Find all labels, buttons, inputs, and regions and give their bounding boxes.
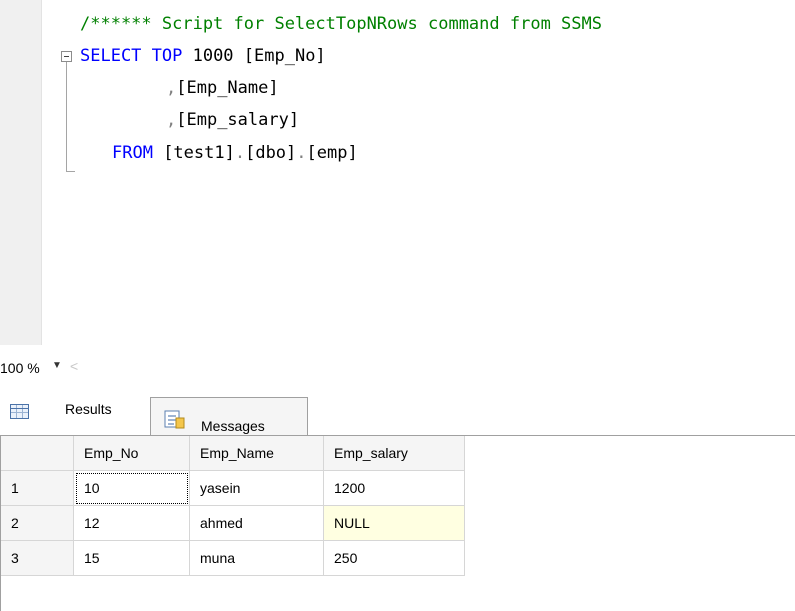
tab-results[interactable]: Results — [10, 399, 146, 429]
collapse-outline-icon[interactable] — [61, 51, 72, 62]
row-number[interactable]: 1 — [1, 470, 74, 506]
code-token: , — [166, 110, 177, 130]
grid-header-row: Emp_No Emp_Name Emp_salary — [1, 436, 465, 471]
grid-cell[interactable]: yasein — [189, 470, 324, 506]
code-token: [Emp_Name] — [176, 78, 279, 98]
row-number[interactable]: 2 — [1, 505, 74, 541]
scroll-left-icon[interactable]: < — [70, 358, 78, 374]
grid-cell[interactable]: 1200 — [323, 470, 465, 506]
results-tab-bar: Results Messages — [0, 381, 795, 436]
code-token: . — [296, 143, 307, 163]
column-header-emp-no[interactable]: Emp_No — [73, 436, 190, 471]
code-token: [Emp_salary] — [176, 110, 300, 130]
code-token: [emp] — [306, 143, 358, 163]
outline-guide — [66, 62, 67, 172]
code-token: /****** Script for SelectTopNRows comman… — [80, 14, 602, 34]
zoom-level[interactable]: 100 % — [0, 360, 40, 376]
zoom-bar: 100 % ▼ < — [0, 345, 795, 381]
grid-cell[interactable]: 250 — [323, 540, 465, 576]
code-token: FROM — [112, 143, 164, 163]
chevron-down-icon[interactable]: ▼ — [52, 360, 62, 371]
code-line-emp-salary[interactable]: ,[Emp_salary] — [166, 108, 299, 132]
table-row: 3 15 muna 250 — [1, 540, 465, 576]
results-pane: Emp_No Emp_Name Emp_salary 1 10 yasein 1… — [0, 436, 795, 611]
grid-cell[interactable]: 15 — [73, 540, 190, 576]
grid-cell[interactable]: ahmed — [189, 505, 324, 541]
row-number[interactable]: 3 — [1, 540, 74, 576]
table-row: 1 10 yasein 1200 — [1, 470, 465, 506]
tab-messages-label: Messages — [201, 418, 265, 434]
tab-results-label: Results — [65, 401, 112, 417]
column-header-emp-salary[interactable]: Emp_salary — [323, 436, 465, 471]
code-line-select[interactable]: SELECT TOP 1000 [Emp_No] — [80, 44, 326, 68]
code-token: [test1] — [163, 143, 235, 163]
grid-cell-null[interactable]: NULL — [323, 505, 465, 541]
grid-cell[interactable]: 10 — [73, 470, 190, 506]
column-header-emp-name[interactable]: Emp_Name — [189, 436, 324, 471]
code-token: [dbo] — [245, 143, 297, 163]
code-token: . — [234, 143, 246, 163]
code-token: 1000 — [192, 46, 244, 66]
code-token: [Emp_No] — [243, 46, 326, 66]
code-line-emp-name[interactable]: ,[Emp_Name] — [166, 76, 279, 100]
tab-messages[interactable]: Messages — [150, 397, 308, 436]
table-row: 2 12 ahmed NULL — [1, 505, 465, 541]
code-line-from[interactable]: FROM [test1].[dbo].[emp] — [112, 141, 358, 165]
messages-icon — [164, 410, 185, 429]
code-token: , — [166, 78, 177, 98]
results-grid: Emp_No Emp_Name Emp_salary 1 10 yasein 1… — [1, 436, 465, 576]
grid-icon — [10, 404, 29, 419]
editor-gutter — [0, 0, 42, 345]
grid-cell[interactable]: 12 — [73, 505, 190, 541]
code-token: SELECT TOP — [80, 46, 193, 66]
grid-cell[interactable]: muna — [189, 540, 324, 576]
outline-guide-end — [66, 171, 75, 172]
grid-corner[interactable] — [1, 436, 74, 471]
code-line-comment[interactable]: /****** Script for SelectTopNRows comman… — [80, 12, 602, 36]
query-editor[interactable]: /****** Script for SelectTopNRows comman… — [0, 0, 795, 345]
